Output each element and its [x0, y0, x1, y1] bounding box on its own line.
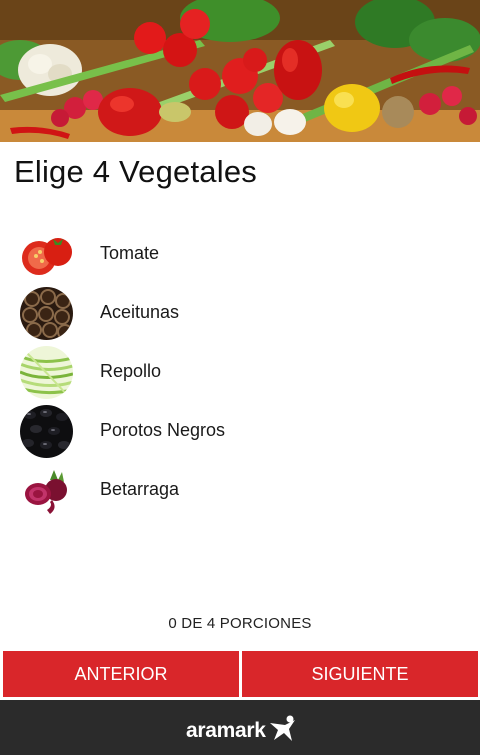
footer-bar: aramark [0, 700, 480, 755]
list-item-porotos-negros[interactable]: Porotos Negros [0, 399, 480, 458]
list-item-betarraga[interactable]: Betarraga [0, 458, 480, 517]
vegetable-label: Tomate [100, 243, 160, 263]
logo-text: aramark [186, 718, 266, 742]
vegetable-label: Betarraga [100, 479, 180, 499]
vegetable-label: Repollo [100, 361, 162, 381]
beet-icon [20, 464, 73, 517]
vegetable-label: Aceitunas [100, 302, 180, 322]
previous-button[interactable]: ANTERIOR [3, 651, 239, 697]
tomato-icon [20, 228, 73, 281]
vegetables-banner [0, 0, 480, 142]
vegetable-label: Porotos Negros [100, 420, 226, 440]
cabbage-icon [20, 346, 73, 399]
black-beans-icon [20, 405, 73, 458]
list-item-repollo[interactable]: Repollo [0, 340, 480, 399]
list-item-aceitunas[interactable]: Aceitunas [0, 281, 480, 340]
portions-counter: 0 DE 4 PORCIONES [168, 615, 312, 632]
page-title: Elige 4 Vegetales [14, 154, 257, 189]
list-item-tomate[interactable]: Tomate [0, 222, 480, 281]
aramark-logo: aramark [186, 714, 298, 747]
olives-icon [20, 287, 73, 340]
star-person-icon [268, 714, 298, 747]
next-button[interactable]: SIGUIENTE [242, 651, 478, 697]
vegetable-list: Tomate Aceitunas Repollo Porotos Negros … [0, 222, 480, 517]
